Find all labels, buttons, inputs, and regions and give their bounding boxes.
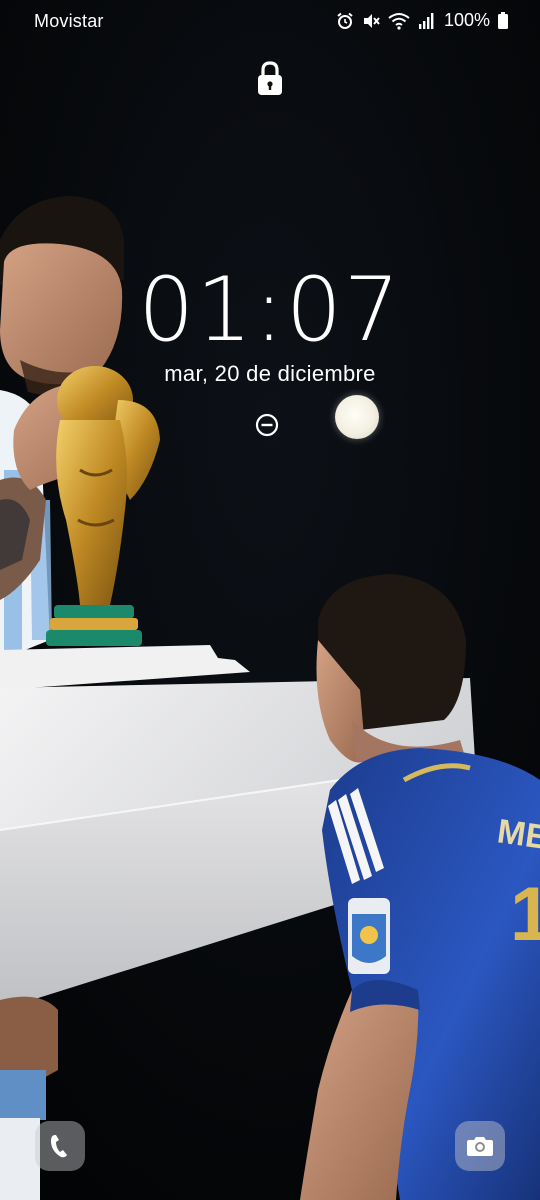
signal-icon [418,12,434,29]
lock-icon[interactable] [257,60,283,96]
wallpaper-image: MESS 1 [0,0,540,1200]
battery-icon [498,12,508,29]
clock-date: mar, 20 de diciembre [164,361,376,386]
camera-shortcut-button[interactable] [455,1121,505,1171]
wifi-icon [388,12,410,30]
mute-icon [363,13,380,28]
lock-screen: MESS 1 Movistar 100% 01:07 mar, 20 de di… [0,0,540,1200]
moon-icon [335,395,379,439]
jersey-number-text: 1 [510,872,540,957]
battery-percent: 100% [443,10,490,30]
do-not-disturb-icon [255,413,279,437]
alarm-icon [337,12,353,29]
status-icons: 100% [336,10,508,31]
phone-icon [51,1135,67,1158]
clock-time: 01:07 [138,258,402,361]
carrier-label: Movistar [34,11,104,31]
camera-icon [467,1137,493,1156]
phone-shortcut-button[interactable] [35,1121,85,1171]
status-bar: Movistar 100% [0,0,540,44]
